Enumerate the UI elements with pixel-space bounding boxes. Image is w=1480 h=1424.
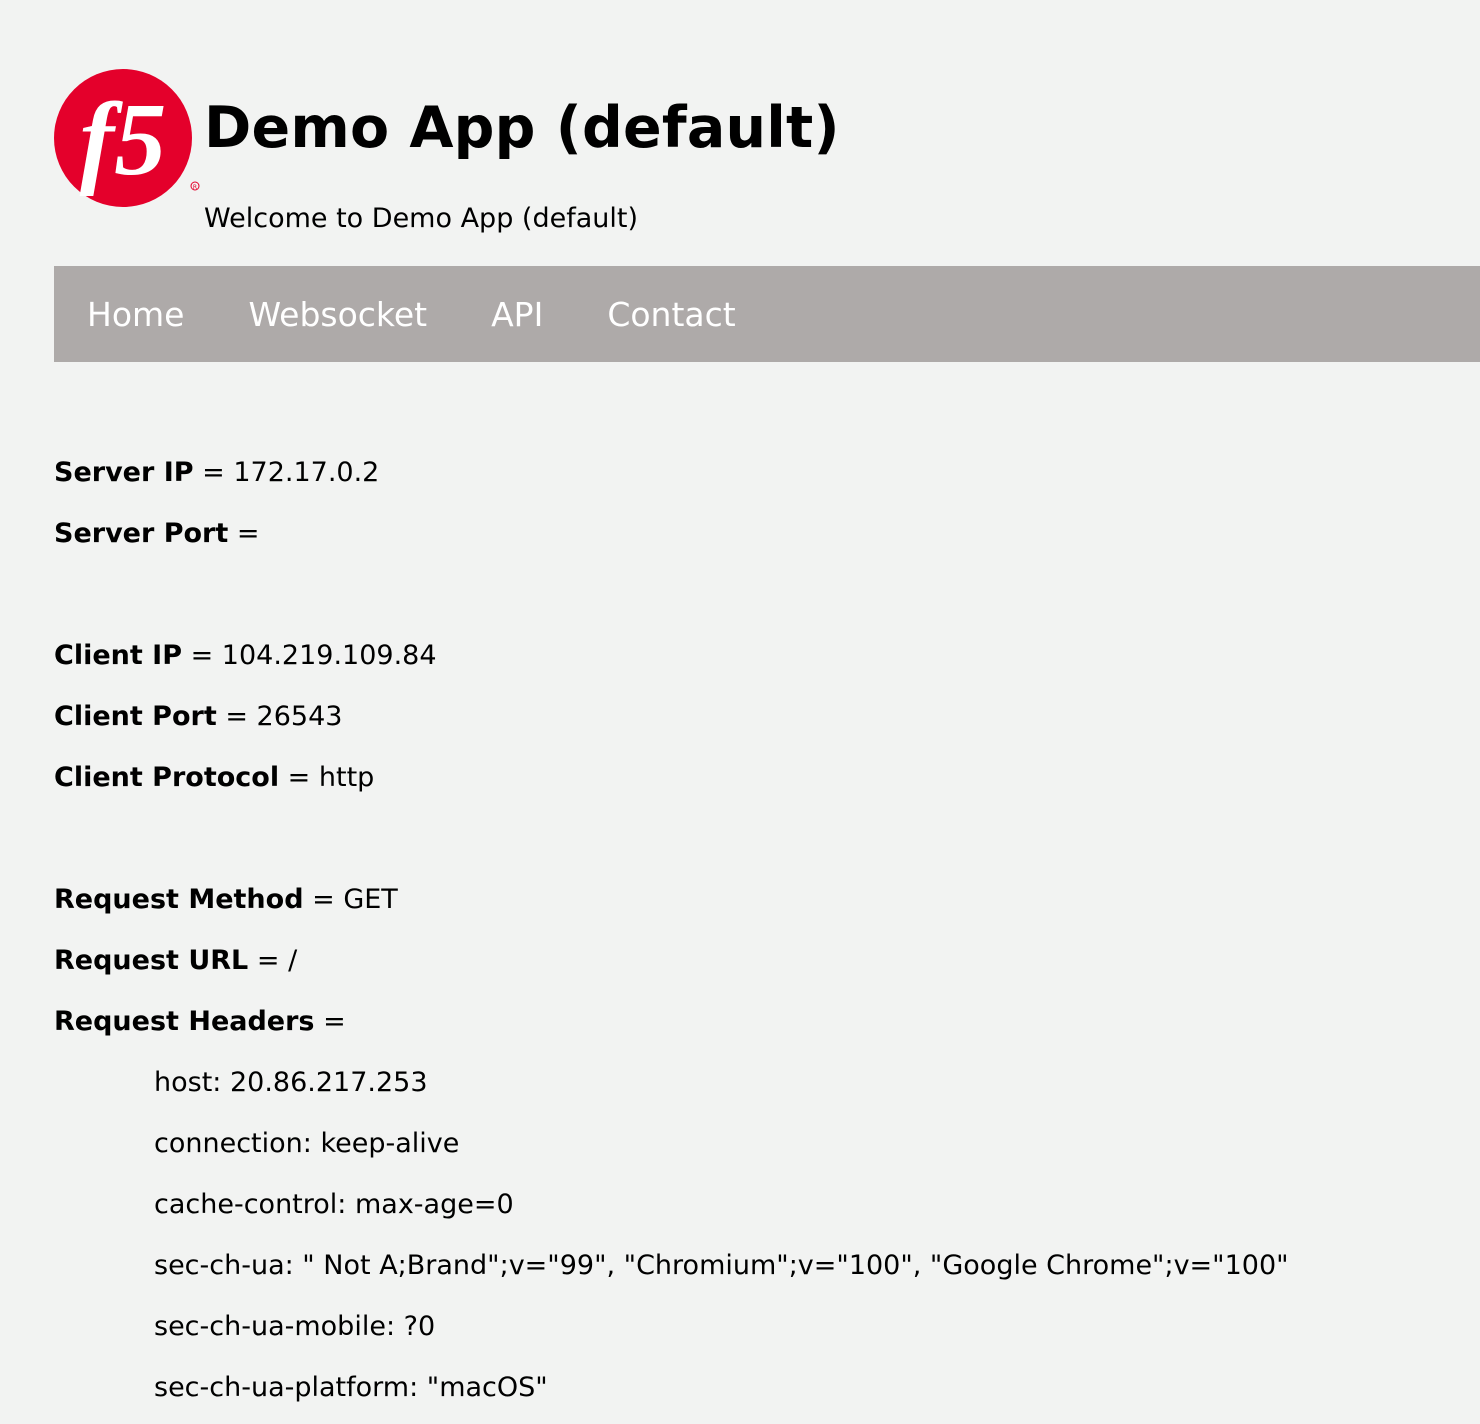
f5-logo: f5 R: [54, 69, 200, 207]
request-url-row: Request URL = /: [54, 945, 298, 976]
request-headers-label: Request Headers: [54, 1006, 315, 1037]
svg-text:R: R: [193, 184, 197, 191]
request-url-value: /: [288, 945, 298, 976]
client-port-value: 26543: [256, 701, 343, 732]
header-line-sec-ch-ua-mobile: sec-ch-ua-mobile: ?0: [154, 1311, 436, 1342]
server-port-row: Server Port =: [54, 518, 260, 549]
header-line-sec-ch-ua-platform: sec-ch-ua-platform: "macOS": [154, 1372, 548, 1403]
nav-api[interactable]: API: [491, 295, 543, 334]
server-ip-label: Server IP: [54, 457, 194, 488]
info-content: Server IP = 172.17.0.2 Server Port = Cli…: [54, 448, 1474, 1424]
logo-lettering: f5: [80, 82, 167, 197]
client-protocol-label: Client Protocol: [54, 762, 280, 793]
nav-home[interactable]: Home: [87, 295, 184, 334]
server-port-label: Server Port: [54, 518, 229, 549]
request-headers-row: Request Headers =: [54, 1006, 346, 1037]
request-method-value: GET: [343, 884, 398, 915]
request-url-label: Request URL: [54, 945, 249, 976]
client-protocol-row: Client Protocol = http: [54, 762, 375, 793]
header-line-sec-ch-ua: sec-ch-ua: " Not A;Brand";v="99", "Chrom…: [154, 1250, 1289, 1281]
nav-websocket[interactable]: Websocket: [248, 295, 427, 334]
nav-contact[interactable]: Contact: [607, 295, 735, 334]
page-title: Demo App (default): [204, 95, 840, 161]
page-subtitle: Welcome to Demo App (default): [204, 203, 638, 234]
client-protocol-value: http: [318, 762, 375, 793]
main-nav: Home Websocket API Contact: [54, 266, 1480, 362]
client-ip-label: Client IP: [54, 640, 182, 671]
server-ip-value: 172.17.0.2: [233, 457, 380, 488]
client-port-row: Client Port = 26543: [54, 701, 343, 732]
page-header: f5 R Demo App (default) Welcome to Demo …: [54, 62, 1454, 252]
request-method-label: Request Method: [54, 884, 304, 915]
request-method-row: Request Method = GET: [54, 884, 398, 915]
header-line-host: host: 20.86.217.253: [154, 1067, 428, 1098]
client-ip-value: 104.219.109.84: [221, 640, 437, 671]
client-ip-row: Client IP = 104.219.109.84: [54, 640, 437, 671]
client-port-label: Client Port: [54, 701, 217, 732]
header-line-cache-control: cache-control: max-age=0: [154, 1189, 514, 1220]
server-ip-row: Server IP = 172.17.0.2: [54, 457, 380, 488]
header-line-connection: connection: keep-alive: [154, 1128, 460, 1159]
